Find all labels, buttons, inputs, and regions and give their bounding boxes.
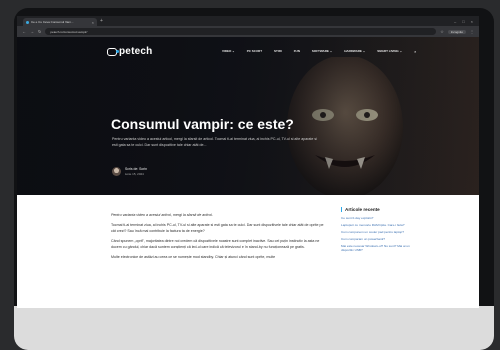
reload-icon[interactable]: ↻ [38, 29, 41, 34]
monitor-stand-area [14, 306, 494, 350]
site-logo[interactable]: petech [107, 46, 152, 57]
minimize-button[interactable]: – [454, 19, 456, 24]
sidebar-link[interactable]: Laptopuri cu memorie RAM lipita. Care-i … [341, 223, 415, 227]
menu-dots-icon[interactable]: ⋮ [470, 29, 474, 34]
article-paragraph: Când spunem „oprit", majoritatea dintre … [111, 239, 320, 249]
menu-item-fun[interactable]: FUN [294, 49, 300, 54]
main-menu: VIDEO ⌄ PC SCURT STIRI FUN SOFTWARE ⌄ HA… [222, 49, 416, 54]
site-header: petech VIDEO ⌄ PC SCURT STIRI FUN SOFTWA… [17, 37, 479, 63]
article-body: Pentru varianta video a acestui articol,… [111, 213, 326, 265]
address-bar-row: ← → ↻ petech.ro/consumul-vampir/ ☆ Incog… [17, 26, 479, 37]
browser-tab[interactable]: Ce e Cu Ceva Consumul Vam... × [23, 18, 97, 26]
profile-badge[interactable]: Incognito [447, 29, 466, 34]
forward-icon[interactable]: → [30, 29, 34, 34]
article-lead: Pentru varianta video a acestui articol,… [112, 137, 317, 147]
article-paragraph: Multe electronice de astăzi au ceea ce s… [111, 255, 276, 260]
sidebar-link[interactable]: Mai este necesar Windows-ul? Nu sunt? Ma… [341, 244, 415, 253]
publish-date: iunie 15, 2024 [125, 172, 144, 176]
url-input[interactable]: petech.ro/consumul-vampir/ [45, 28, 437, 35]
tab-close-icon[interactable]: × [92, 20, 94, 25]
logo-icon [107, 47, 119, 56]
close-window-button[interactable]: × [471, 19, 473, 24]
article-hero: petech VIDEO ⌄ PC SCURT STIRI FUN SOFTWA… [17, 37, 479, 195]
menu-item-pc-scurt[interactable]: PC SCURT [247, 49, 262, 54]
new-tab-button[interactable]: + [100, 18, 103, 24]
author-name[interactable]: Scris de: Sorin [125, 167, 147, 171]
back-icon[interactable]: ← [22, 29, 26, 34]
avatar[interactable] [112, 167, 121, 176]
menu-item-software[interactable]: SOFTWARE ⌄ [312, 49, 332, 54]
sidebar-link[interactable]: Ce sunt 0-day exploits? [341, 216, 415, 220]
author-block: Scris de: Sorin iunie 15, 2024 [112, 167, 147, 176]
recent-articles-sidebar: Articole recente Ce sunt 0-day exploits?… [341, 207, 415, 255]
logo-text: petech [119, 46, 153, 57]
menu-item-stiri[interactable]: STIRI [274, 49, 282, 54]
sidebar-link[interactable]: Cum comparam un powerbank? [341, 237, 415, 241]
menu-item-smart-living[interactable]: SMART LIVING ⌄ [377, 49, 402, 54]
article-title: Consumul vampir: ce este? [111, 116, 294, 132]
article-paragraph: Tocmai ti-ai terminat ziua, ai inchis PC… [111, 223, 324, 233]
screen: Ce e Cu Ceva Consumul Vam... × + – □ × ←… [17, 16, 479, 308]
maximize-button[interactable]: □ [462, 19, 464, 24]
tab-title: Ce e Cu Ceva Consumul Vam... [31, 20, 74, 24]
article-paragraph: Pentru varianta video a acestui articol,… [111, 213, 213, 217]
sidebar-title: Articole recente [341, 207, 415, 212]
menu-item-hardware[interactable]: HARDWARE ⌄ [344, 49, 365, 54]
sidebar-link[interactable]: Cum compunem un cooler pad pentru laptop… [341, 230, 415, 234]
favicon-icon [26, 20, 29, 24]
bookmark-star-icon[interactable]: ☆ [440, 29, 444, 34]
search-icon[interactable]: ⌕ [414, 49, 416, 54]
article-content: Pentru varianta video a acestui articol,… [17, 195, 479, 308]
menu-item-video[interactable]: VIDEO ⌄ [222, 49, 235, 54]
window-controls: – □ × [454, 19, 479, 24]
tab-bar: Ce e Cu Ceva Consumul Vam... × + – □ × [17, 16, 479, 26]
